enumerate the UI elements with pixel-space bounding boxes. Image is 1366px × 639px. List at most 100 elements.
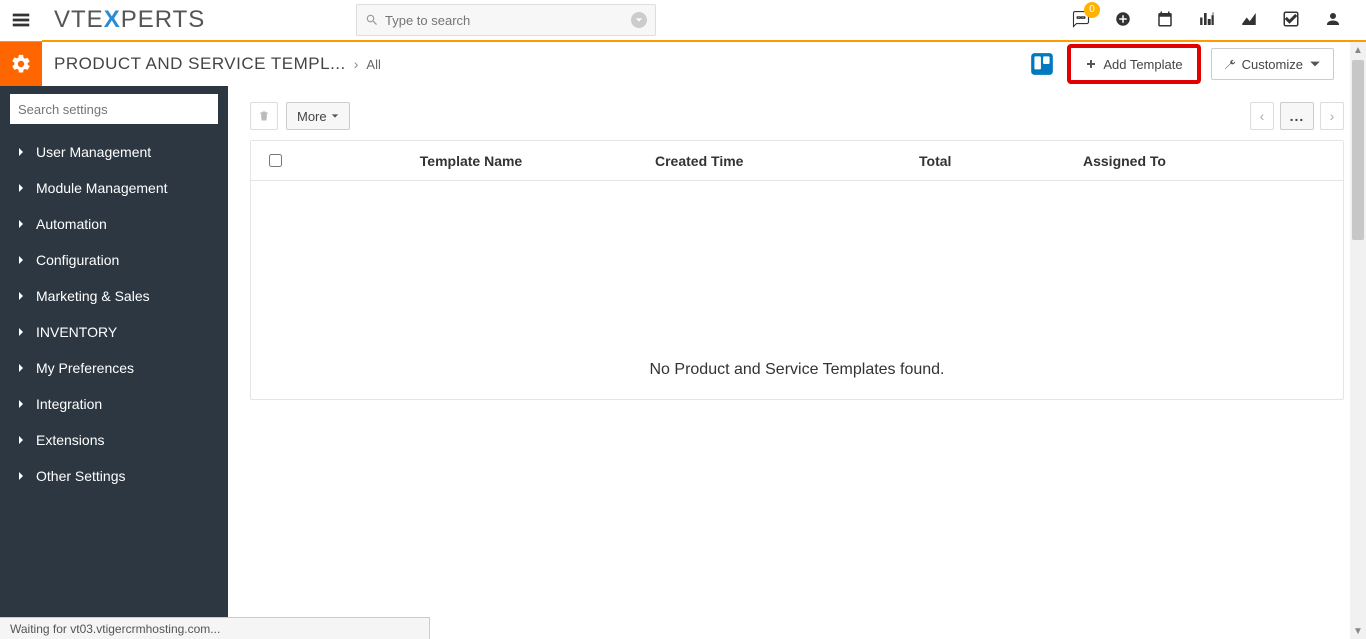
scroll-thumb[interactable] — [1352, 60, 1364, 240]
column-template-name[interactable]: Template Name — [299, 153, 643, 169]
wrench-icon — [1224, 58, 1236, 70]
tasks-button[interactable] — [1282, 10, 1300, 31]
calendar-icon — [1156, 10, 1174, 28]
vertical-scrollbar[interactable]: ▲ ▼ — [1350, 42, 1366, 639]
content-area: More ‹ ... › Template Name Created Time — [228, 86, 1366, 639]
chevron-right-icon — [16, 363, 26, 373]
analytics-button[interactable] — [1240, 10, 1258, 31]
sidebar-search — [10, 94, 218, 124]
trash-icon — [258, 110, 270, 122]
chevron-right-icon — [16, 183, 26, 193]
sidebar-item-module-management[interactable]: Module Management — [0, 170, 228, 206]
sidebar-item-marketing-sales[interactable]: Marketing & Sales — [0, 278, 228, 314]
templates-table: Template Name Created Time Total Assigne… — [250, 140, 1344, 400]
logo-text: VTEXPERTS — [54, 6, 205, 34]
scroll-up-arrow[interactable]: ▲ — [1350, 42, 1366, 58]
table-header: Template Name Created Time Total Assigne… — [251, 141, 1343, 181]
calendar-button[interactable] — [1156, 10, 1174, 31]
module-actions: Add Template Customize — [1027, 44, 1334, 84]
toolbar-left: More — [250, 102, 350, 130]
module-bar: PRODUCT AND SERVICE TEMPL... › All Add T… — [0, 42, 1366, 86]
content-toolbar: More ‹ ... › — [250, 102, 1344, 130]
notifications-button[interactable]: 0 — [1072, 10, 1090, 31]
sidebar-item-label: Module Management — [36, 180, 168, 196]
sidebar-item-label: Automation — [36, 216, 107, 232]
pager-info[interactable]: ... — [1280, 102, 1314, 130]
bar-chart-icon — [1198, 10, 1216, 28]
sidebar-item-label: Extensions — [36, 432, 104, 448]
select-all-column — [251, 154, 299, 167]
chevron-down-icon — [635, 16, 643, 24]
sidebar-item-label: Marketing & Sales — [36, 288, 150, 304]
add-template-button[interactable]: Add Template — [1067, 44, 1200, 84]
search-input[interactable] — [385, 13, 631, 28]
settings-sidebar: User Management Module Management Automa… — [0, 86, 228, 639]
gear-icon — [10, 53, 32, 75]
user-menu[interactable] — [1324, 10, 1342, 31]
sidebar-item-user-management[interactable]: User Management — [0, 134, 228, 170]
more-label: More — [297, 109, 327, 124]
breadcrumb: PRODUCT AND SERVICE TEMPL... › All — [54, 54, 381, 74]
breadcrumb-main[interactable]: PRODUCT AND SERVICE TEMPL... — [54, 54, 346, 74]
sidebar-item-label: Integration — [36, 396, 102, 412]
sidebar-item-configuration[interactable]: Configuration — [0, 242, 228, 278]
sidebar-item-my-preferences[interactable]: My Preferences — [0, 350, 228, 386]
chevron-right-icon — [16, 399, 26, 409]
top-header: VTEXPERTS 0 — [0, 0, 1366, 42]
sidebar-search-input[interactable] — [10, 94, 218, 124]
plus-circle-icon — [1114, 10, 1132, 28]
chevron-right-icon — [16, 147, 26, 157]
column-total[interactable]: Total — [907, 153, 1071, 169]
logo-suffix: PERTS — [121, 6, 206, 33]
breadcrumb-separator: › — [354, 56, 359, 72]
customize-label: Customize — [1242, 57, 1303, 72]
reports-button[interactable] — [1198, 10, 1216, 31]
chevron-right-icon — [16, 471, 26, 481]
pager-prev[interactable]: ‹ — [1250, 102, 1274, 130]
sidebar-item-label: My Preferences — [36, 360, 134, 376]
chevron-right-icon — [16, 291, 26, 301]
sidebar-item-automation[interactable]: Automation — [0, 206, 228, 242]
hamburger-menu[interactable] — [0, 0, 42, 41]
select-all-checkbox[interactable] — [269, 154, 282, 167]
status-text: Waiting for vt03.vtigercrmhosting.com... — [10, 622, 220, 636]
toolbar-right: ‹ ... › — [1250, 102, 1344, 130]
column-created-time[interactable]: Created Time — [643, 153, 907, 169]
check-square-icon — [1282, 10, 1300, 28]
sidebar-item-extensions[interactable]: Extensions — [0, 422, 228, 458]
pager-next[interactable]: › — [1320, 102, 1344, 130]
settings-gear-button[interactable] — [0, 42, 42, 86]
add-template-label: Add Template — [1103, 57, 1182, 72]
empty-state-message: No Product and Service Templates found. — [251, 181, 1343, 399]
breadcrumb-sub[interactable]: All — [366, 57, 380, 72]
notification-badge: 0 — [1084, 2, 1100, 18]
customize-button[interactable]: Customize — [1211, 48, 1334, 80]
more-button[interactable]: More — [286, 102, 350, 130]
sidebar-item-inventory[interactable]: INVENTORY — [0, 314, 228, 350]
board-icon — [1029, 51, 1055, 77]
global-search[interactable] — [356, 4, 656, 36]
top-icons: 0 — [1072, 10, 1342, 31]
scroll-down-arrow[interactable]: ▼ — [1350, 623, 1366, 639]
logo: VTEXPERTS — [54, 6, 205, 34]
search-icon — [365, 13, 379, 27]
delete-button[interactable] — [250, 102, 278, 130]
search-dropdown[interactable] — [631, 12, 647, 28]
logo-x: X — [104, 6, 121, 33]
sidebar-item-other-settings[interactable]: Other Settings — [0, 458, 228, 494]
sidebar-item-label: User Management — [36, 144, 151, 160]
sidebar-item-label: Configuration — [36, 252, 119, 268]
plus-icon — [1085, 58, 1097, 70]
add-button[interactable] — [1114, 10, 1132, 31]
sidebar-item-label: INVENTORY — [36, 324, 117, 340]
sidebar-item-integration[interactable]: Integration — [0, 386, 228, 422]
caret-down-icon — [1309, 58, 1321, 70]
user-icon — [1324, 10, 1342, 28]
chevron-right-icon — [16, 435, 26, 445]
board-view-button[interactable] — [1027, 49, 1057, 79]
chevron-right-icon — [16, 255, 26, 265]
column-assigned-to[interactable]: Assigned To — [1071, 153, 1343, 169]
caret-down-icon — [331, 112, 339, 120]
chevron-right-icon — [16, 219, 26, 229]
chevron-right-icon — [16, 327, 26, 337]
